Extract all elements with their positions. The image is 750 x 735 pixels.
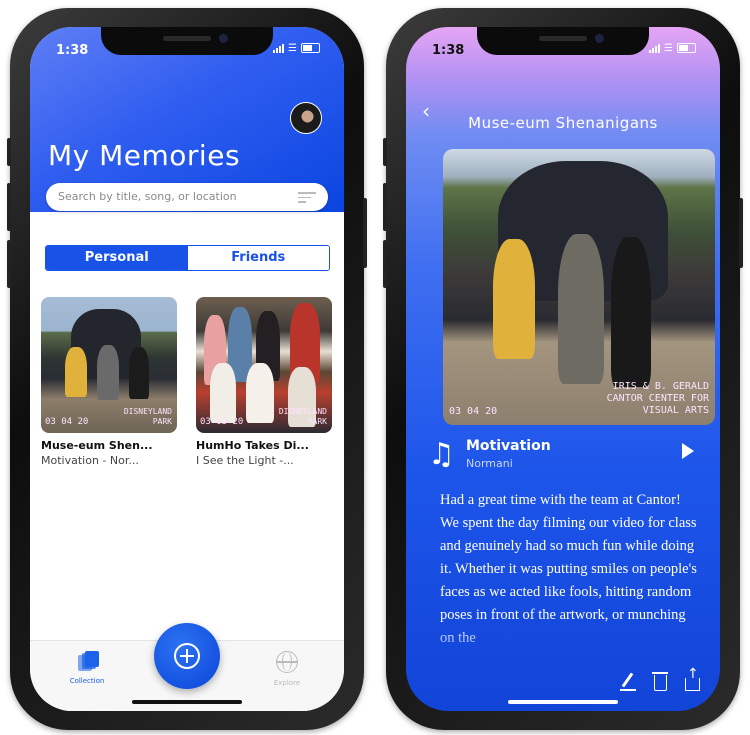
memory-card[interactable]: 03 03 20 DISNEYLAND PARK HumHo Takes Di.… [196, 297, 332, 467]
status-icons: ☰ [273, 43, 320, 54]
play-icon[interactable] [682, 443, 694, 459]
memory-description: Had a great time with the team at Cantor… [440, 492, 697, 646]
action-bar [618, 666, 702, 692]
wifi-icon: ☰ [664, 43, 673, 54]
tab-explore-label: Explore [273, 679, 301, 687]
volume-up-button [7, 183, 11, 231]
wifi-icon: ☰ [288, 43, 297, 54]
memory-title: Muse-eum Shen... [41, 439, 153, 452]
share-icon[interactable] [682, 666, 702, 692]
memory-card[interactable]: 03 04 20 DISNEYLAND PARK Muse-eum Shen..… [41, 297, 177, 467]
trash-icon[interactable] [650, 670, 670, 692]
memory-thumbnail[interactable]: 03 03 20 DISNEYLAND PARK [196, 297, 332, 433]
memory-title: HumHo Takes Di... [196, 439, 309, 452]
silent-switch [7, 138, 11, 166]
memory-title: Muse-eum Shenanigans [468, 114, 658, 132]
tab-explore[interactable]: Explore [252, 651, 322, 687]
status-time: 1:38 [432, 43, 465, 58]
phone-frame-right: 1:38 ☰ ‹ Muse-eum Shenanigans 03 04 20 I… [383, 8, 743, 730]
memory-date: 03 04 20 [45, 417, 89, 427]
notch [101, 27, 273, 55]
phone-frame-left: 1:38 ☰ My Memories Personal Friends 03 0… [7, 8, 367, 730]
edit-pen-icon[interactable] [618, 670, 638, 692]
memory-song: Motivation - Nor... [41, 454, 139, 467]
status-icons: ☰ [649, 43, 696, 54]
notch [477, 27, 649, 55]
plus-icon [174, 643, 200, 669]
home-indicator [132, 700, 242, 704]
volume-down-button [383, 240, 387, 288]
memory-thumbnail[interactable]: 03 04 20 DISNEYLAND PARK [41, 297, 177, 433]
search-input[interactable] [56, 189, 290, 204]
volume-up-button [383, 183, 387, 231]
collection-icon [76, 651, 99, 673]
search-bar[interactable] [46, 183, 328, 211]
tab-personal[interactable]: Personal [46, 246, 188, 270]
signal-icon [273, 44, 285, 53]
avatar[interactable] [290, 102, 322, 134]
page-title: My Memories [48, 139, 241, 172]
photo-date: 03 04 20 [449, 406, 498, 417]
segmented-tabs: Personal Friends [45, 245, 330, 271]
song-artist: Normani [466, 457, 513, 470]
memory-date: 03 03 20 [200, 417, 244, 427]
tab-collection[interactable]: Collection [52, 651, 122, 685]
filter-icon[interactable] [298, 192, 316, 206]
home-indicator [508, 700, 618, 704]
memories-screen: 1:38 ☰ My Memories Personal Friends 03 0… [30, 27, 344, 711]
tab-friends[interactable]: Friends [187, 246, 329, 270]
tab-collection-label: Collection [69, 677, 105, 685]
battery-icon [677, 43, 696, 53]
memory-detail-screen: 1:38 ☰ ‹ Muse-eum Shenanigans 03 04 20 I… [406, 27, 720, 711]
battery-icon [301, 43, 320, 53]
status-time: 1:38 [56, 43, 89, 58]
memory-song: I See the Light -... [196, 454, 294, 467]
song-title: Motivation [466, 438, 551, 454]
memory-location: DISNEYLAND PARK [123, 407, 172, 426]
memory-location: DISNEYLAND PARK [278, 407, 327, 426]
song-row: ♫ Motivation Normani [426, 435, 700, 475]
power-button [363, 198, 367, 268]
silent-switch [383, 138, 387, 166]
memory-photo: 03 04 20 IRIS & B. GERALD CANTOR CENTER … [443, 149, 715, 425]
volume-down-button [7, 240, 11, 288]
photo-location: IRIS & B. GERALD CANTOR CENTER FOR VISUA… [606, 381, 709, 416]
globe-icon [276, 651, 298, 673]
music-note-icon: ♫ [428, 437, 455, 472]
signal-icon [649, 44, 661, 53]
power-button [739, 198, 743, 268]
add-memory-button[interactable] [154, 623, 220, 689]
